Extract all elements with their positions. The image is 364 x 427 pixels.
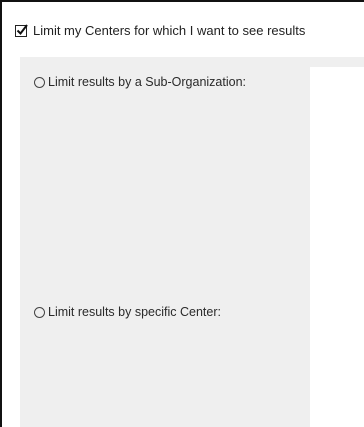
limit-centers-checkbox[interactable] <box>15 24 28 37</box>
specific-center-radio-row[interactable]: Limit results by specific Center: <box>34 304 221 320</box>
limit-centers-checkbox-row[interactable]: Limit my Centers for which I want to see… <box>15 23 305 39</box>
limit-centers-label: Limit my Centers for which I want to see… <box>33 23 306 38</box>
sub-organization-label: Limit results by a Sub-Organization: <box>48 75 247 89</box>
specific-center-label: Limit results by specific Center: <box>48 305 221 319</box>
sub-organization-radio-row[interactable]: Limit results by a Sub-Organization: <box>34 74 246 90</box>
selection-list-area[interactable] <box>310 67 364 427</box>
sub-organization-radio[interactable] <box>34 76 45 88</box>
specific-center-radio[interactable] <box>34 306 45 318</box>
checkmark-icon <box>16 24 28 36</box>
